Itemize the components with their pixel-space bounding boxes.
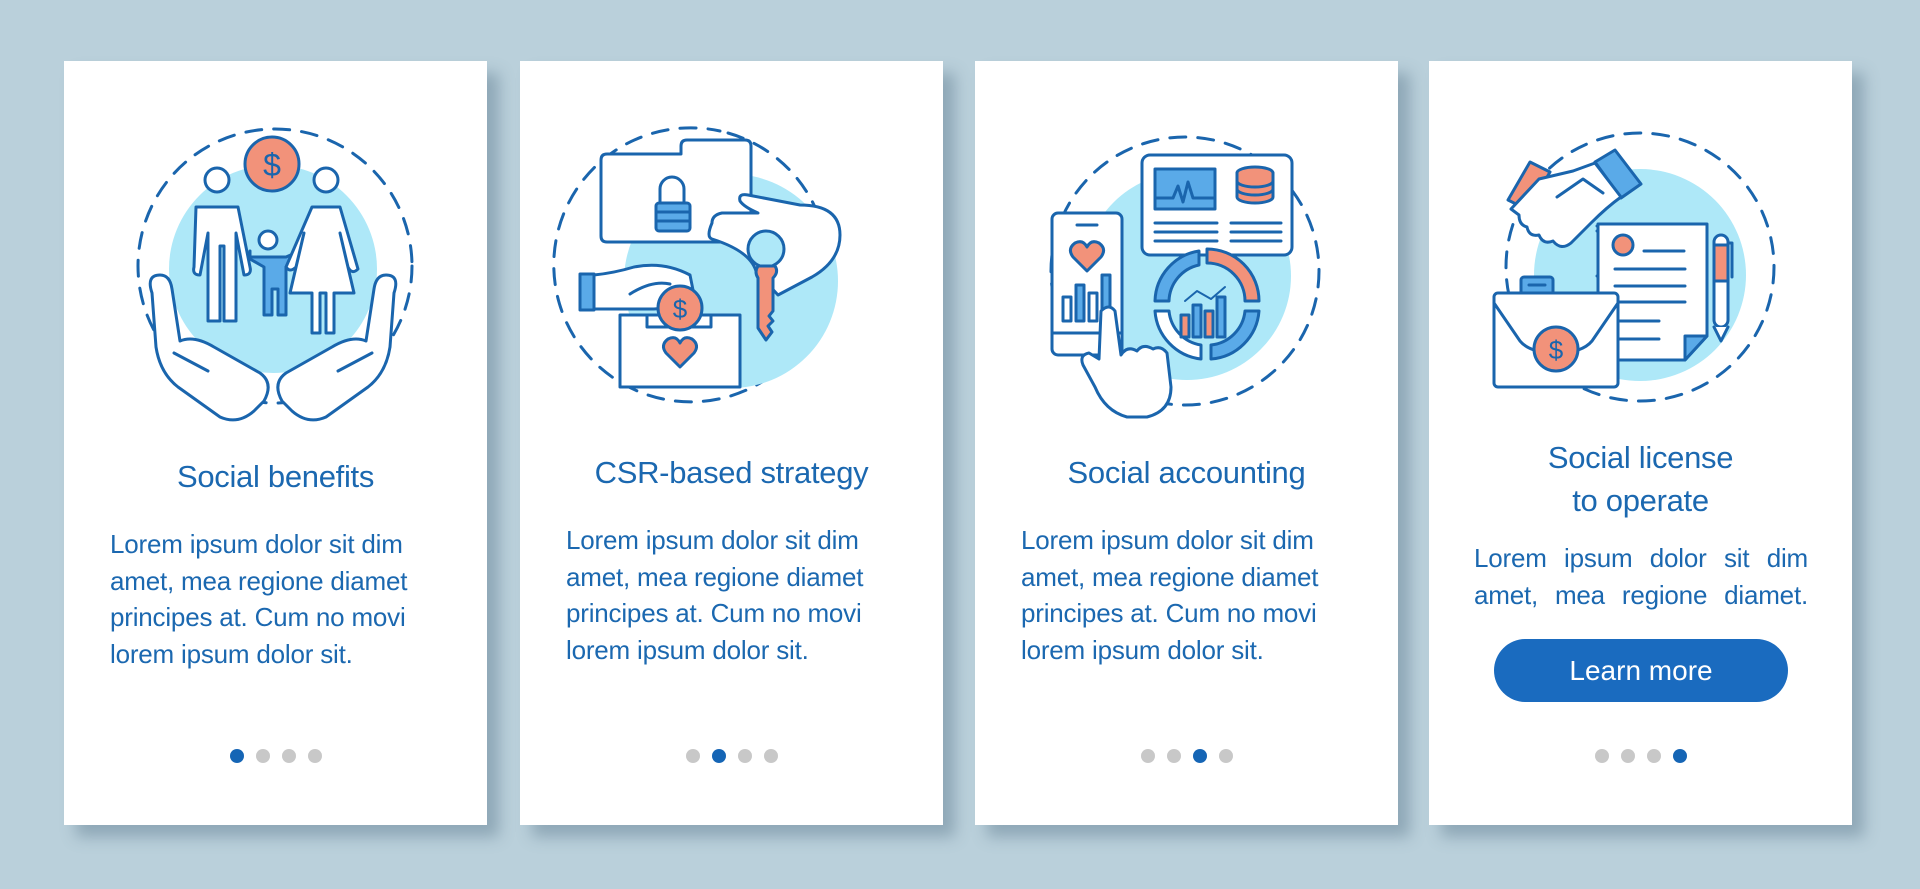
card-title: Social accounting [1067,455,1306,490]
page-dot-1[interactable] [1140,749,1155,763]
handshake-briefcase-contract-icon: $ [1492,131,1776,403]
pagination-dots [1429,749,1852,763]
learn-more-button[interactable]: Learn more [1494,639,1788,702]
page-dot-4-active[interactable] [1672,749,1687,763]
card-title: Social benefits [176,459,375,494]
card-body-text: Lorem ipsum dolor sit dim amet, mea regi… [1021,525,1319,665]
card-title: CSR-based strategy [594,455,869,490]
locked-folder-donation-key-icon: $ [552,126,842,404]
page-dot-4[interactable] [307,749,322,763]
pagination-dots [975,749,1398,763]
card-title-line-2: to operate [1572,483,1709,518]
svg-text:$: $ [673,294,688,324]
onboarding-card-social-benefits: $ Social benefits Lorem ipsum dolor sit … [64,61,487,825]
onboarding-card-csr-strategy: $ CSR-based strategy Lorem ipsum dolor s… [520,61,943,825]
card-body-text: Lorem ipsum dolor sit dim amet, mea regi… [1474,543,1808,610]
card-title-line-1: Social license [1547,440,1734,475]
family-in-hands-with-dollar-icon: $ [136,127,414,422]
page-dot-2[interactable] [1620,749,1635,763]
page-dot-1[interactable] [1594,749,1609,763]
svg-text:$: $ [263,147,281,183]
svg-text:$: $ [1549,335,1564,365]
pagination-dots [64,749,487,763]
page-dot-3[interactable] [1646,749,1661,763]
phone-dashboard-analytics-icon [1049,135,1321,419]
card-body-text: Lorem ipsum dolor sit dim amet, mea regi… [110,529,408,669]
page-dot-3-active[interactable] [1192,749,1207,763]
page-dot-2-active[interactable] [711,749,726,763]
page-dot-1-active[interactable] [229,749,244,763]
page-dot-3[interactable] [737,749,752,763]
page-dot-2[interactable] [1166,749,1181,763]
page-dot-3[interactable] [281,749,296,763]
onboarding-card-social-accounting: Social accounting Lorem ipsum dolor sit … [975,61,1398,825]
page-dot-4[interactable] [1218,749,1233,763]
page-dot-2[interactable] [255,749,270,763]
pagination-dots [520,749,943,763]
page-dot-1[interactable] [685,749,700,763]
card-body-text: Lorem ipsum dolor sit dim amet, mea regi… [566,525,864,665]
onboarding-card-social-license: $ Social license to operate Lorem ipsum … [1429,61,1852,825]
page-dot-4[interactable] [763,749,778,763]
